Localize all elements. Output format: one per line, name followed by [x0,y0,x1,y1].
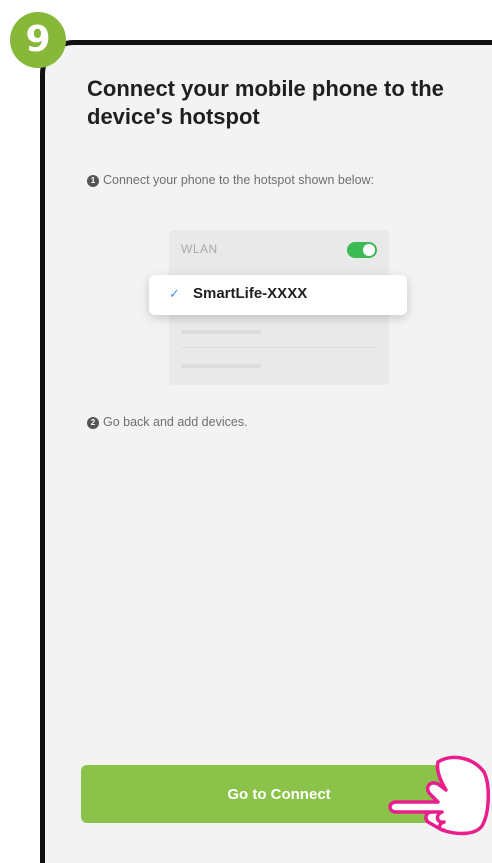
instruction-number-2: 2 [87,417,99,429]
checkmark-icon: ✓ [169,286,180,301]
hotspot-network-item: ✓ SmartLife-XXXX [149,275,407,315]
phone-frame: Connect your mobile phone to the device'… [40,40,492,863]
placeholder-network-line [181,364,261,368]
page-title: Connect your mobile phone to the device'… [87,76,444,129]
wlan-toggle [347,242,377,258]
wlan-label: WLAN [181,242,218,256]
pointing-hand-icon [388,755,490,836]
tutorial-screen: 9 Connect your mobile phone to the devic… [0,0,492,863]
step-number-badge: 9 [10,12,66,68]
instruction-text-2: Go back and add devices. [103,415,248,429]
network-name: SmartLife-XXXX [193,285,308,302]
placeholder-network-line [181,330,261,334]
instruction-2: 2 Go back and add devices. [87,415,248,429]
instruction-number-1: 1 [87,175,99,187]
list-divider [181,347,377,348]
instruction-1: 1 Connect your phone to the hotspot shown… [87,173,374,187]
instruction-text-1: Connect your phone to the hotspot shown … [103,173,375,187]
